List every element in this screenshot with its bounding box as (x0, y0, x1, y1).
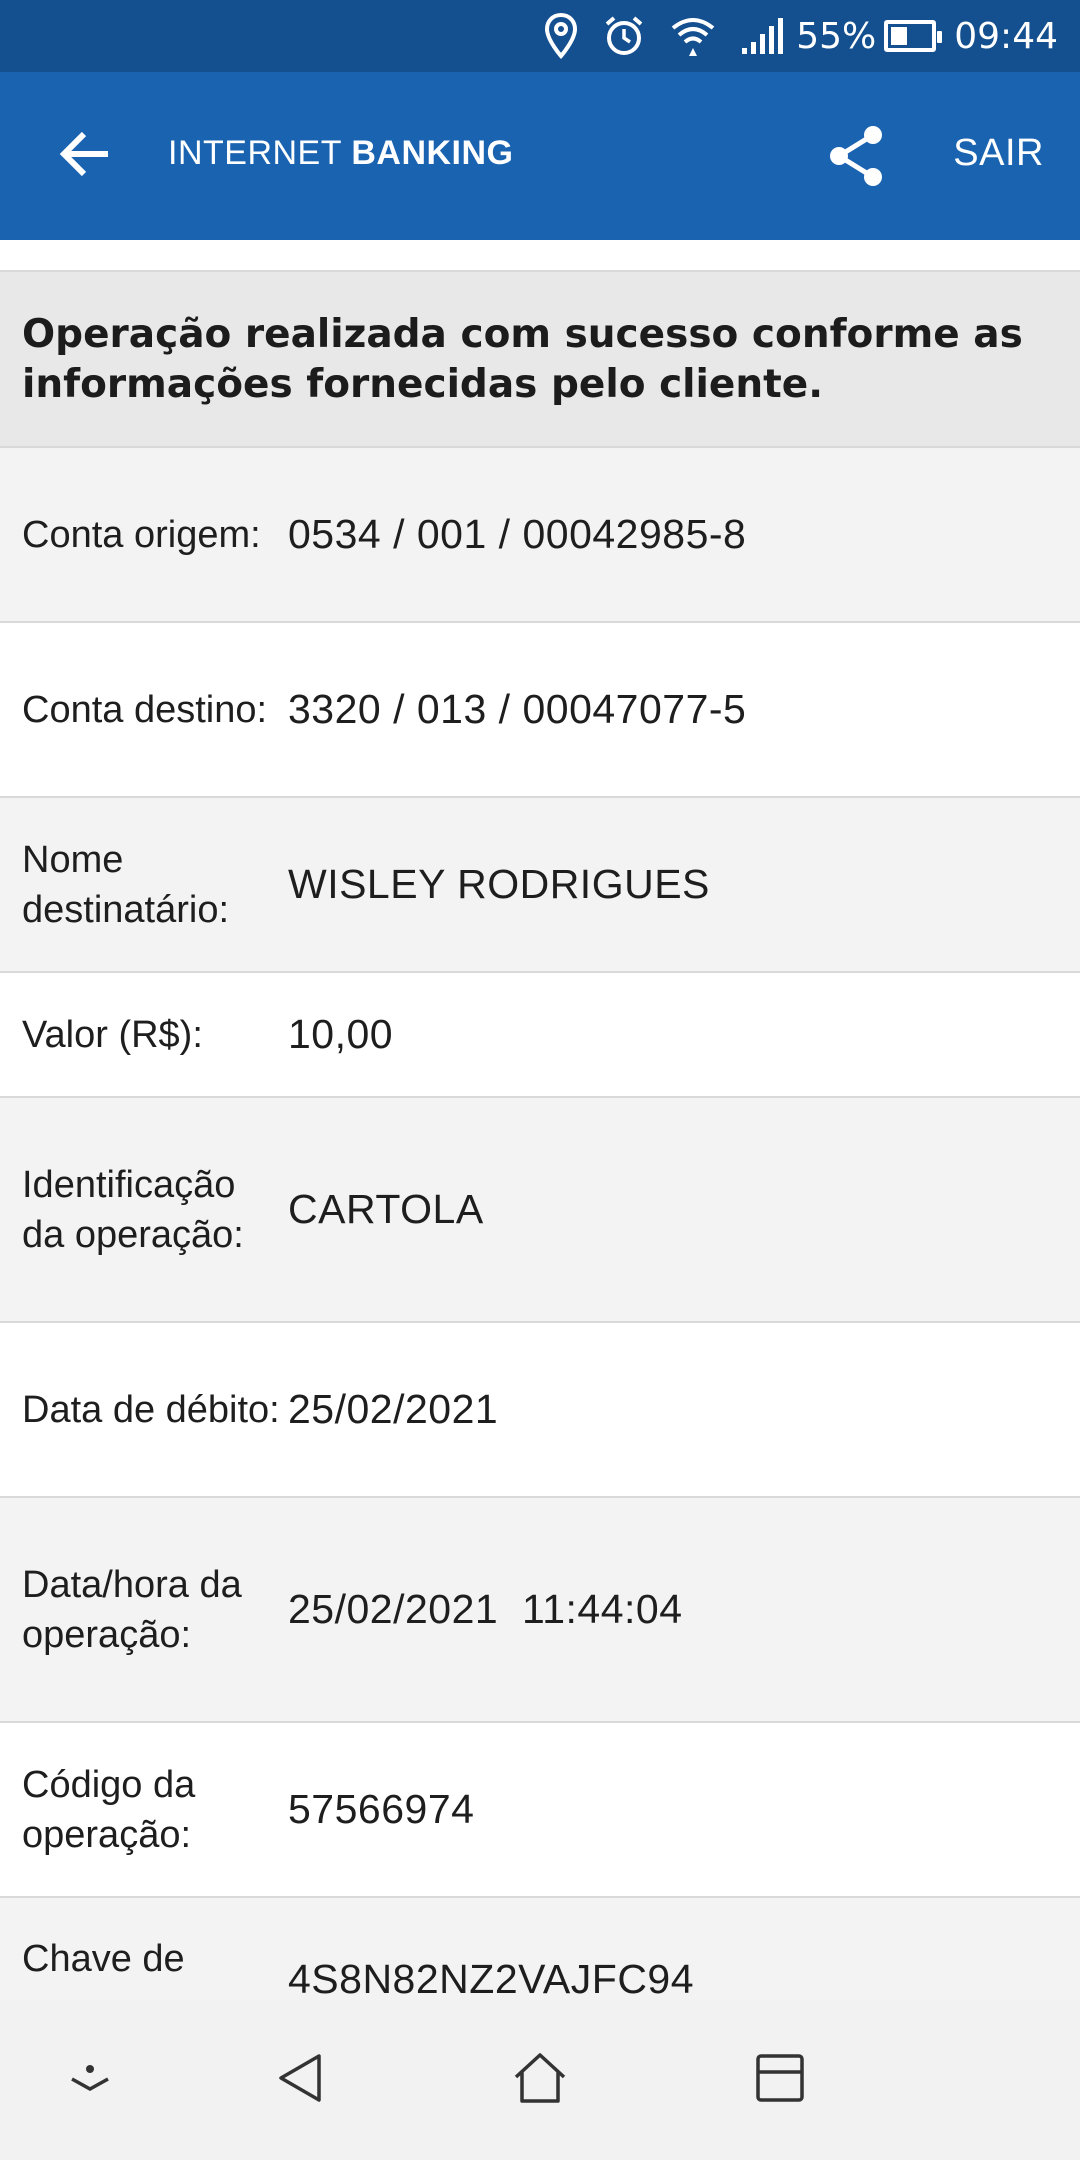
detail-value: CARTOLA (288, 1186, 484, 1232)
back-triangle-icon (275, 2052, 325, 2108)
detail-row-conta-origem: Conta origem: 0534 / 001 / 00042985-8 (0, 448, 1080, 623)
back-nav-button[interactable] (260, 2040, 340, 2120)
top-spacer (0, 240, 1080, 272)
share-icon (827, 125, 885, 191)
recents-icon (755, 2053, 805, 2107)
logout-button[interactable]: SAIR (953, 132, 1044, 175)
detail-label: Conta origem: (22, 513, 261, 556)
status-time: 09:44 (954, 15, 1058, 57)
receipt-content: Operação realizada com sucesso conforme … (0, 240, 1080, 2000)
recents-nav-button[interactable] (740, 2040, 820, 2120)
detail-value: 25/02/2021 (288, 1386, 499, 1432)
alarm-icon (602, 14, 646, 58)
app-bar: INTERNET BANKING SAIR (0, 72, 1080, 240)
detail-label: Chave de (22, 1938, 185, 1980)
detail-row-codigo: Código da operação: 57566974 (0, 1723, 1080, 1898)
battery-icon (884, 20, 943, 52)
back-button[interactable] (50, 122, 118, 190)
hide-nav-icon (68, 2063, 112, 2097)
detail-row-data-hora: Data/hora da operação: 25/02/2021 11:44:… (0, 1498, 1080, 1723)
app-title: INTERNET BANKING (168, 134, 514, 173)
detail-value: 10,00 (288, 1011, 394, 1057)
detail-value: 0534 / 001 / 00042985-8 (288, 511, 747, 557)
signal-icon (740, 16, 784, 56)
detail-row-valor: Valor (R$): 10,00 (0, 973, 1080, 1098)
hide-nav-button[interactable] (50, 2040, 130, 2120)
home-icon (512, 2051, 568, 2109)
detail-label: Identificação da operação: (22, 1163, 244, 1256)
detail-value: WISLEY RODRIGUES (288, 861, 710, 907)
navigation-bar (0, 2000, 1080, 2160)
detail-label: Data/hora da operação: (22, 1563, 242, 1656)
back-arrow-icon (58, 130, 110, 182)
detail-row-identificacao: Identificação da operação: CARTOLA (0, 1098, 1080, 1323)
detail-value: 3320 / 013 / 00047077-5 (288, 686, 747, 732)
detail-label: Código da operação: (22, 1763, 196, 1856)
battery-percent: 55% (796, 15, 877, 57)
wifi-icon (670, 14, 716, 58)
detail-value: 25/02/2021 11:44:04 (288, 1586, 683, 1632)
location-icon (544, 12, 578, 60)
share-button[interactable] (822, 124, 890, 192)
detail-label: Conta destino: (22, 688, 268, 731)
detail-value: 4S8N82NZ2VAJFC94 (288, 1956, 695, 2000)
app-title-bold: BANKING (351, 134, 514, 172)
detail-label: Nome destinatário: (22, 838, 230, 931)
detail-label: Data de débito: (22, 1388, 280, 1431)
detail-row-conta-destino: Conta destino: 3320 / 013 / 00047077-5 (0, 623, 1080, 798)
status-bar: 55% 09:44 (0, 0, 1080, 72)
detail-row-chave: Chave de 4S8N82NZ2VAJFC94 (0, 1898, 1080, 2000)
detail-value: 57566974 (288, 1786, 475, 1832)
success-message: Operação realizada com sucesso conforme … (0, 272, 1080, 448)
home-nav-button[interactable] (500, 2040, 580, 2120)
app-title-light: INTERNET (168, 134, 352, 172)
detail-row-nome-destinatario: Nome destinatário: WISLEY RODRIGUES (0, 798, 1080, 973)
detail-label: Valor (R$): (22, 1013, 203, 1056)
detail-row-data-debito: Data de débito: 25/02/2021 (0, 1323, 1080, 1498)
